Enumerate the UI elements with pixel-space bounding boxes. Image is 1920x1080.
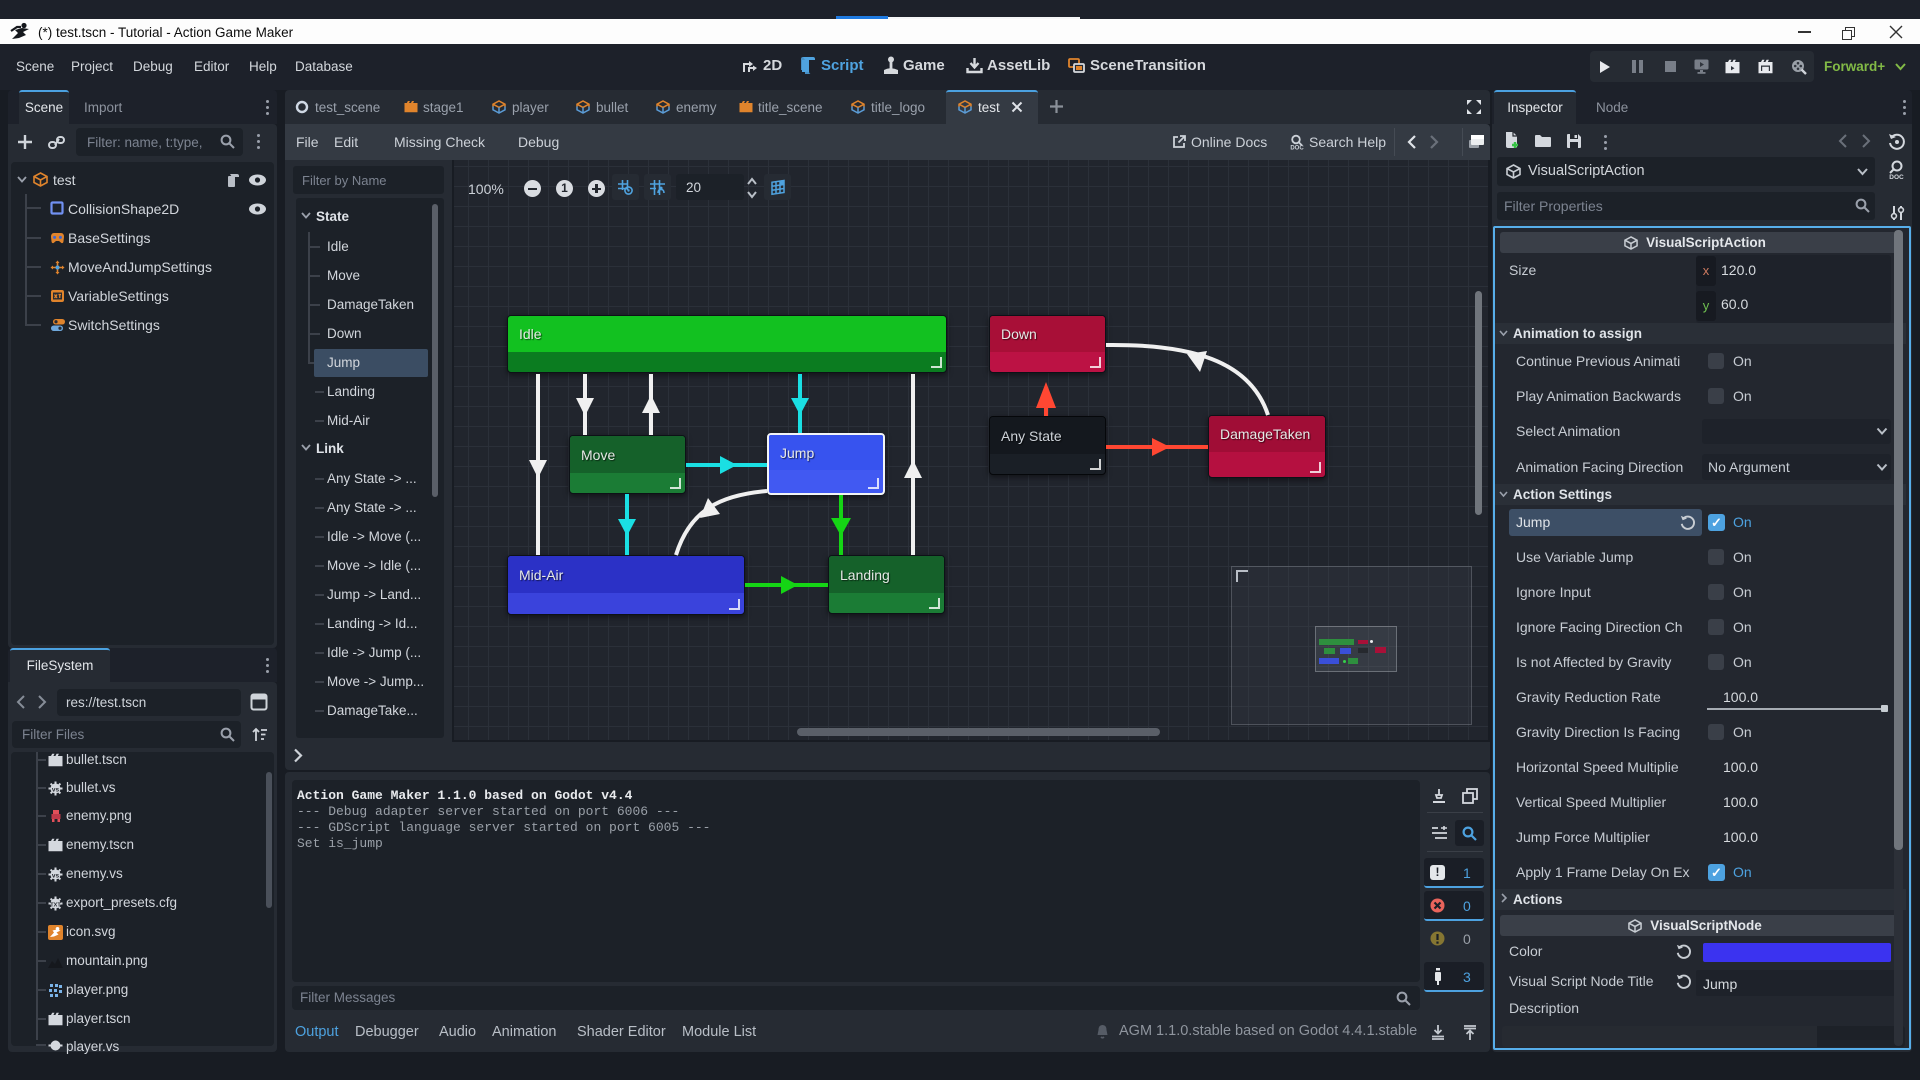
svg-text:vs: vs (52, 786, 60, 793)
svg-text:vs: vs (52, 872, 60, 879)
svg-text:DOC: DOC (1889, 174, 1904, 181)
svg-text:TXT: TXT (50, 902, 61, 908)
svg-text:DOC: DOC (1290, 146, 1304, 152)
